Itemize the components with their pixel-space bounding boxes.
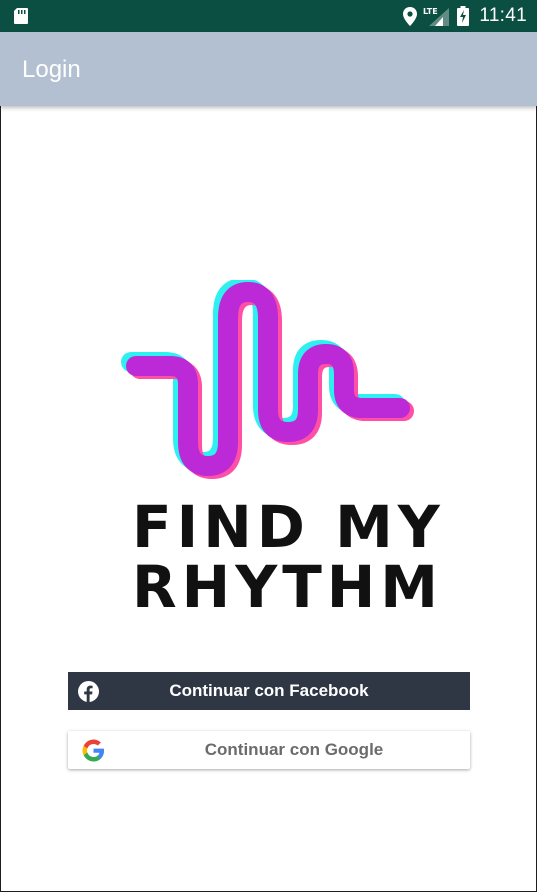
google-login-button[interactable]: Continuar con Google (68, 731, 470, 769)
page-title: Login (22, 56, 81, 83)
lte-signal-icon: LTE (423, 7, 450, 26)
logo-text-line2: RHYTHM (132, 553, 444, 621)
facebook-button-label: Continuar con Facebook (169, 681, 369, 700)
battery-charging-icon (457, 6, 470, 26)
facebook-icon (78, 681, 99, 702)
location-icon (403, 6, 418, 26)
sd-card-icon (14, 8, 28, 24)
lte-label: LTE (423, 7, 438, 16)
google-icon (82, 739, 105, 762)
status-time: 11:41 (479, 5, 527, 26)
sound-wave-logo-icon (121, 280, 414, 479)
logo-text-line1: FIND MY (132, 493, 445, 561)
facebook-login-button[interactable]: Continuar con Facebook (68, 672, 470, 710)
app-logo: FIND MY RHYTHM (118, 280, 445, 621)
status-bar: LTE 11:41 (0, 0, 537, 32)
google-button-label: Continuar con Google (204, 740, 384, 759)
app-bar: Login (0, 32, 537, 106)
status-icons: LTE 11:41 (397, 0, 527, 32)
